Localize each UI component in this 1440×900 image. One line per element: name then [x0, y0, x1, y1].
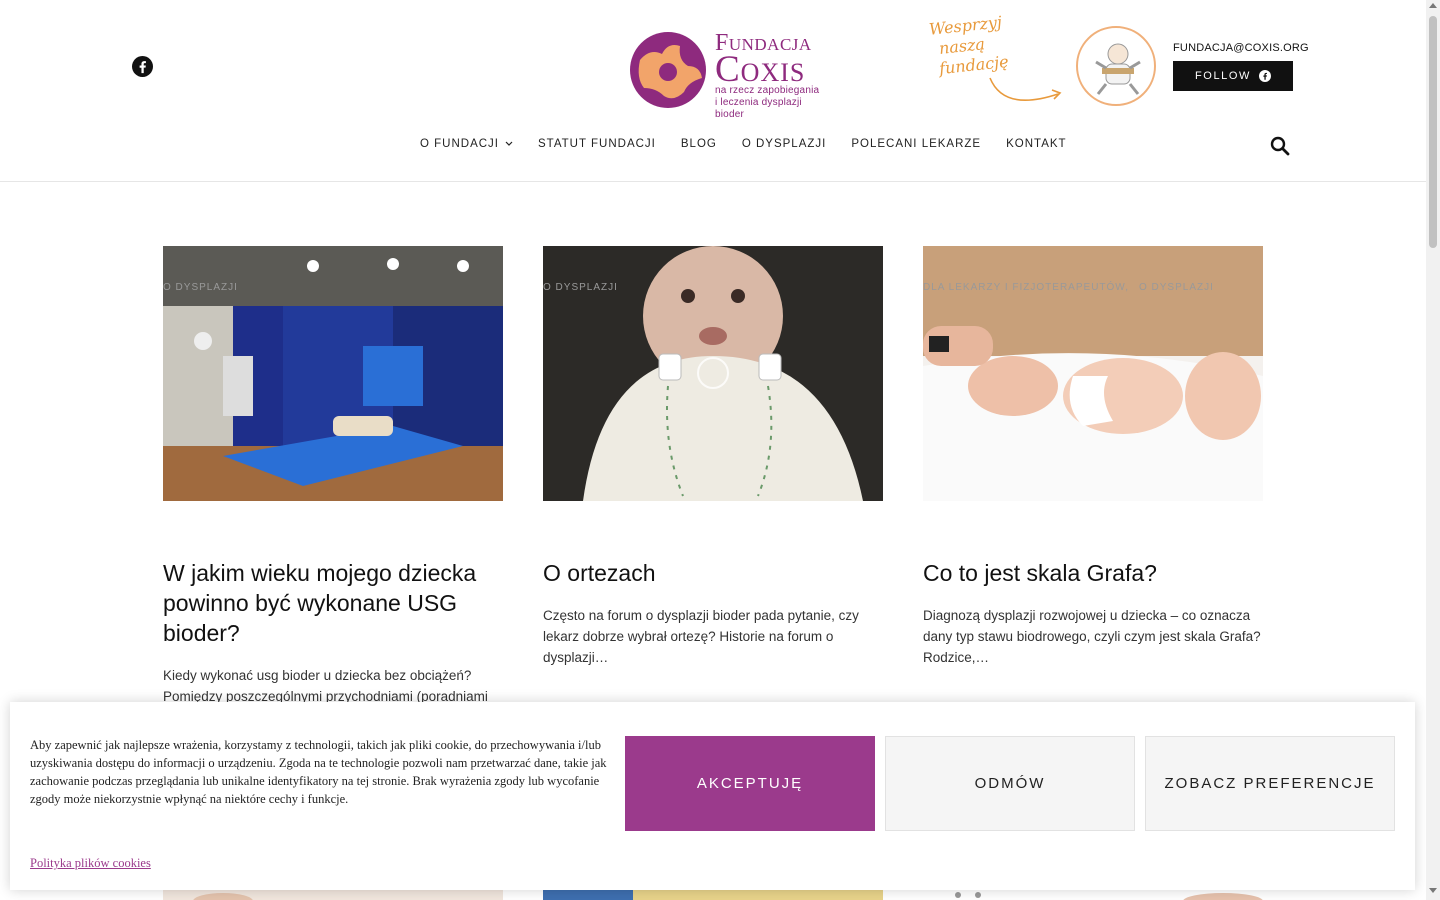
post-excerpt: Kiedy wykonać usg bioder u dziecka bez o… [163, 668, 488, 703]
preferences-button[interactable]: ZOBACZ PREFERENCJE [1145, 736, 1395, 831]
facebook-icon[interactable] [132, 56, 153, 77]
nav-item-polecani-lekarze[interactable]: POLECANI LEKARZE [851, 138, 981, 150]
arrow-icon [989, 77, 1062, 101]
chevron-down-icon [505, 141, 513, 146]
scroll-up-icon[interactable] [1429, 3, 1437, 8]
post-title[interactable]: O ortezach [543, 558, 883, 588]
main-navigation: O FUNDACJI STATUT FUNDACJI BLOG O DYSPLA… [420, 138, 1067, 150]
post-category[interactable]: O DYSPLAZJI [1139, 282, 1214, 293]
baby-icon [1095, 43, 1141, 95]
cookie-policy-link[interactable]: Polityka plików cookies [30, 856, 151, 871]
post-title[interactable]: Co to jest skala Grafa? [923, 558, 1263, 588]
deny-button[interactable]: ODMÓW [885, 736, 1135, 831]
post-category[interactable]: O DYSPLAZJI [543, 282, 618, 293]
scrollbar[interactable] [1426, 0, 1440, 900]
scroll-thumb[interactable] [1429, 16, 1437, 248]
nav-label: O FUNDACJI [420, 138, 499, 150]
nav-item-o-dysplazji[interactable]: O DYSPLAZJI [742, 138, 827, 150]
logo-mark-icon [630, 32, 706, 108]
follow-label: FOLLOW [1194, 70, 1252, 82]
nav-label: STATUT FUNDACJI [538, 138, 656, 150]
nav-label: O DYSPLAZJI [741, 138, 827, 150]
post-categories: DLA LEKARZY I FIZJOTERAPEUTÓW, O DYSPLAZJ… [923, 282, 1214, 293]
nav-label: BLOG [680, 138, 717, 150]
post-excerpt: Często na forum o dysplazji bioder pada … [543, 608, 859, 665]
site-logo[interactable]: Fundacja Coxis na rzecz zapobiegania i l… [628, 30, 828, 120]
accept-button[interactable]: AKCEPTUJĘ [625, 736, 875, 831]
cookie-banner: Aby zapewnić jak najlepsze wrażenia, kor… [10, 702, 1415, 890]
logo-tagline: na rzecz zapobiegania i leczenia dysplaz… [715, 85, 828, 121]
logo-tagline-1: na rzecz zapobiegania [715, 85, 820, 96]
search-icon[interactable] [1270, 136, 1290, 156]
support-foundation-link[interactable]: Wesprzyj naszą fundację [924, 12, 1064, 112]
nav-item-statut-fundacji[interactable]: STATUT FUNDACJI [538, 138, 656, 150]
nav-item-o-fundacji[interactable]: O FUNDACJI [420, 138, 513, 150]
nav-item-blog[interactable]: BLOG [681, 138, 717, 150]
nav-label: KONTAKT [1006, 138, 1067, 150]
baby-illustration[interactable] [1076, 26, 1156, 106]
post-excerpt: Diagnozą dysplazji rozwojowej u dziecka … [923, 608, 1261, 665]
follow-button[interactable]: FOLLOW [1173, 61, 1293, 91]
post-category[interactable]: O DYSPLAZJI [163, 282, 238, 293]
support-text: Wesprzyj naszą fundację [928, 12, 1010, 80]
nav-label: POLECANI LEKARZE [851, 138, 982, 150]
post-category[interactable]: DLA LEKARZY I FIZJOTERAPEUTÓW [923, 282, 1125, 293]
nav-item-kontakt[interactable]: KONTAKT [1006, 138, 1066, 150]
facebook-small-icon [1259, 70, 1272, 82]
post-title[interactable]: W jakim wieku mojego dziecka powinno być… [163, 558, 503, 648]
cookie-text: Aby zapewnić jak najlepsze wrażenia, kor… [30, 738, 607, 806]
contact-email[interactable]: FUNDACJA@COXIS.ORG [1173, 42, 1309, 54]
logo-tagline-2: i leczenia dysplazji bioder [715, 97, 802, 120]
site-header: Fundacja Coxis na rzecz zapobiegania i l… [0, 0, 1426, 182]
scroll-down-icon[interactable] [1429, 888, 1437, 893]
